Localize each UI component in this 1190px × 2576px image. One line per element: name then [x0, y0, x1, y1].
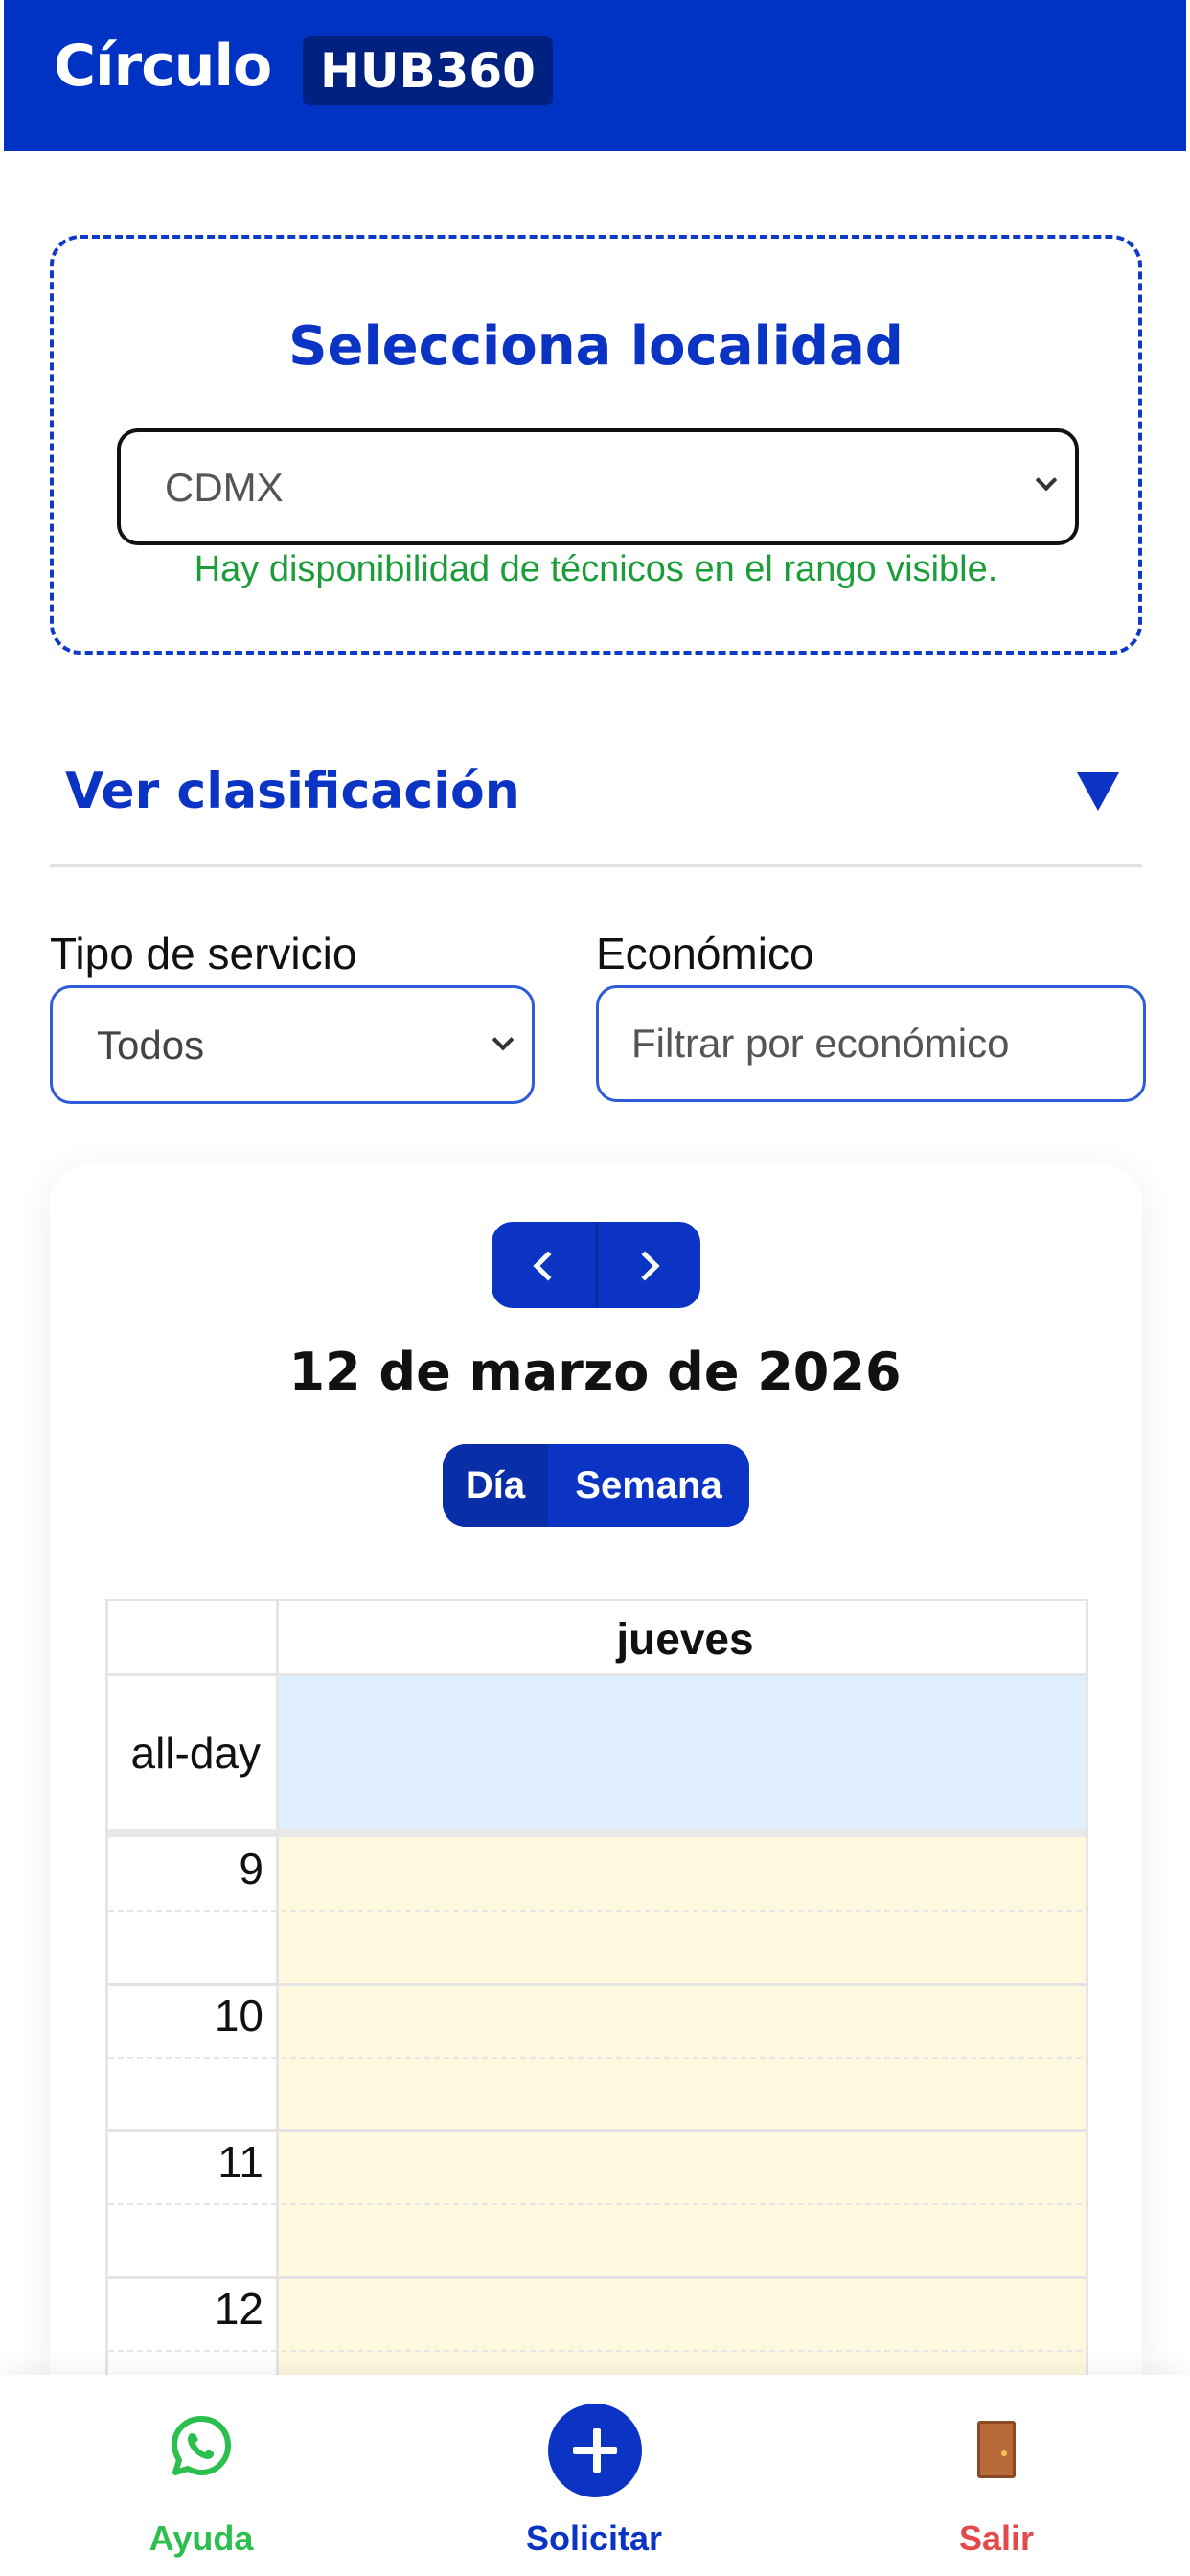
axis-header	[108, 1601, 279, 1676]
allday-slot[interactable]	[279, 1676, 1086, 1829]
calendar-grid: jueves all-day 9 10 11 12	[105, 1598, 1088, 2394]
nav-exit[interactable]: Salir	[901, 2375, 1092, 2576]
calendar-date-title: 12 de marzo de 2026	[288, 1342, 902, 1402]
nav-help[interactable]: Ayuda	[105, 2375, 297, 2576]
locality-select-value: CDMX	[165, 465, 284, 510]
prev-button[interactable]	[492, 1222, 596, 1308]
view-switcher: Día Semana	[443, 1444, 749, 1527]
chevron-down-icon	[492, 1028, 515, 1051]
chevron-right-icon	[629, 1251, 660, 1281]
availability-status: Hay disponibilidad de técnicos en el ran…	[194, 549, 998, 589]
half-hour-line	[108, 2203, 1086, 2205]
day-header: jueves	[279, 1601, 1086, 1676]
half-hour-line	[108, 2057, 1086, 2058]
bottom-nav: Ayuda Solicitar Salir	[0, 2375, 1190, 2576]
time-slots[interactable]	[279, 1837, 1086, 2391]
locality-title: Selecciona localidad	[288, 315, 904, 378]
economic-label: Económico	[596, 929, 814, 978]
service-type-select[interactable]: Todos	[50, 985, 535, 1104]
locality-card: Selecciona localidad CDMX Hay disponibil…	[50, 235, 1142, 655]
view-day-button[interactable]: Día	[443, 1444, 548, 1527]
app-header: Círculo HUB360	[4, 0, 1186, 151]
service-type-value: Todos	[97, 1023, 205, 1068]
nav-request[interactable]: Solicitar	[498, 2375, 690, 2576]
hour-label: 10	[214, 1990, 263, 2040]
hour-line	[108, 1983, 1086, 1986]
economic-filter-input[interactable]	[596, 985, 1146, 1102]
whatsapp-icon	[172, 2416, 231, 2475]
calendar-nav	[492, 1222, 700, 1308]
hour-line	[108, 2276, 1086, 2279]
locality-select[interactable]: CDMX	[117, 428, 1079, 545]
classification-toggle[interactable]: Ver clasificación	[65, 763, 520, 820]
door-icon	[977, 2421, 1016, 2478]
brand-badge: HUB360	[303, 36, 553, 105]
nav-exit-label: Salir	[958, 2518, 1035, 2558]
half-hour-line	[108, 1910, 1086, 1912]
chevron-down-icon	[1035, 469, 1058, 492]
triangle-down-icon[interactable]	[1077, 772, 1119, 811]
brand-name: Círculo	[54, 33, 272, 100]
allday-divider	[108, 1829, 1086, 1837]
plus-icon	[548, 2404, 642, 2497]
chevron-left-icon	[533, 1251, 563, 1281]
hour-label: 12	[214, 2284, 263, 2334]
half-hour-line	[108, 2350, 1086, 2352]
service-type-label: Tipo de servicio	[50, 929, 357, 978]
divider	[50, 864, 1142, 867]
hour-label: 9	[239, 1844, 263, 1894]
hour-line	[108, 2129, 1086, 2132]
nav-help-label: Ayuda	[149, 2518, 254, 2558]
nav-request-label: Solicitar	[525, 2518, 663, 2558]
allday-label: all-day	[108, 1676, 279, 1829]
next-button[interactable]	[596, 1222, 700, 1308]
hour-label: 11	[217, 2137, 263, 2187]
view-week-button[interactable]: Semana	[548, 1444, 749, 1527]
